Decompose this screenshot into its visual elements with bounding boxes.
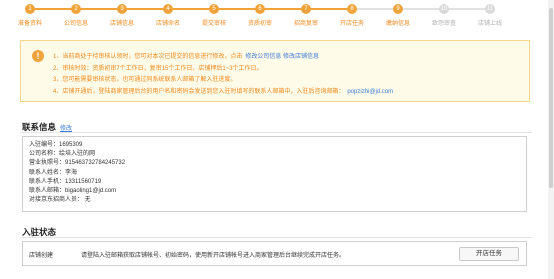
step-number: 8 <box>347 4 357 14</box>
step-label: 店铺命名 <box>155 21 180 27</box>
edit-info-link[interactable]: 修改公司信息 修改店铺信息 <box>245 54 319 60</box>
info-row: 联系人姓名：李海 <box>29 169 78 176</box>
notice-line: 4、店铺开通后，登陆商家管理后台的用户名和密码会发送到您入驻时填写的联系人邮箱中… <box>53 88 394 95</box>
status-label: 店铺创建 <box>29 253 54 259</box>
step-number: 10 <box>439 4 449 14</box>
progress-step: 5 提交审核 <box>192 4 236 27</box>
step-number: 9 <box>393 4 403 14</box>
step-number: 7 <box>301 4 311 14</box>
warning-icon: ! <box>32 50 44 62</box>
step-label: 资质初审 <box>247 21 272 27</box>
progress-step: 7 招商复审 <box>284 4 328 27</box>
notice-line: 3、您可能需要审核状态，也可通过同系统联系人邮箱了解入驻进度。 <box>53 77 237 83</box>
info-row: 入驻编号：1695309 <box>29 142 83 148</box>
notice-line: 1、当前商处于待审核认领时，您可对本次已提交的信息进行修改，点击 修改公司信息 修… <box>53 54 320 60</box>
info-row: 对接京东招商人员： 无 <box>29 197 91 204</box>
step-number: 11 <box>485 4 495 14</box>
step-label: 开店任务 <box>339 21 364 27</box>
step-label: 公司信息 <box>63 21 88 27</box>
progress-step: 2 公司信息 <box>54 4 98 27</box>
progress-steps: 1 准备资料 2 公司信息 3 店铺信息 4 店铺命名 5 提交审核 6 资质初审 7 招商复审 8 开店任务… <box>18 4 520 28</box>
step-number: 2 <box>71 4 81 14</box>
divider <box>20 132 532 133</box>
step-label: 缴纳信息 <box>385 21 410 27</box>
step-label: 招商复审 <box>293 21 318 27</box>
step-label: 店铺上线 <box>477 21 502 27</box>
progress-step: 9 缴纳信息 <box>376 4 420 27</box>
step-label: 店铺信息 <box>109 21 134 27</box>
progress-step: 8 开店任务 <box>330 4 374 27</box>
progress-step: 11 店铺上线 <box>468 4 512 27</box>
progress-step: 1 准备资料 <box>8 4 52 27</box>
status-description: 请登陆入驻邮箱获取店铺帐号、初始密码，使用新开店铺帐号进入商家管理后台继续完成开… <box>81 253 346 259</box>
open-store-task-button[interactable]: 开店任务 <box>459 247 519 261</box>
scrollbar[interactable] <box>548 0 554 279</box>
contact-info-box: 入驻编号：1695309 公司名称：绘培入驻的网 营业执照号：915463732… <box>22 136 527 212</box>
step-number: 3 <box>117 4 127 14</box>
divider <box>20 237 532 238</box>
status-box: 店铺创建 请登陆入驻邮箱获取店铺帐号、初始密码，使用新开店铺帐号进入商家管理后台… <box>22 241 527 266</box>
info-row: 联系人手机：13311560719 <box>29 178 102 185</box>
info-row: 公司名称：绘培入驻的网 <box>29 151 96 158</box>
step-number: 6 <box>255 4 265 14</box>
progress-step: 10 致怨审查 <box>422 4 466 27</box>
progress-step: 3 店铺信息 <box>100 4 144 27</box>
step-label: 提交审核 <box>201 21 226 27</box>
scrollbar-thumb[interactable] <box>549 8 553 188</box>
step-number: 1 <box>25 4 35 14</box>
email-link[interactable]: popzizhi@jd.com <box>347 89 393 95</box>
progress-step: 4 店铺命名 <box>146 4 190 27</box>
step-label: 准备资料 <box>17 21 42 27</box>
info-row: 联系人邮箱：bigaoling1@jd.com <box>29 188 117 195</box>
progress-step: 6 资质初审 <box>238 4 282 27</box>
step-number: 5 <box>209 4 219 14</box>
notice-panel: ! 1、当前商处于待审核认领时，您可对本次已提交的信息进行修改，点击 修改公司信息… <box>20 40 530 102</box>
step-label: 致怨审查 <box>431 21 456 27</box>
notice-line: 2、审核时效：资质初审7个工作日，复审15个工作日，店铺押后1~3个工作日。 <box>53 65 263 72</box>
info-row: 营业执照号：915463732784245732 <box>29 160 126 167</box>
step-number: 4 <box>163 4 173 14</box>
